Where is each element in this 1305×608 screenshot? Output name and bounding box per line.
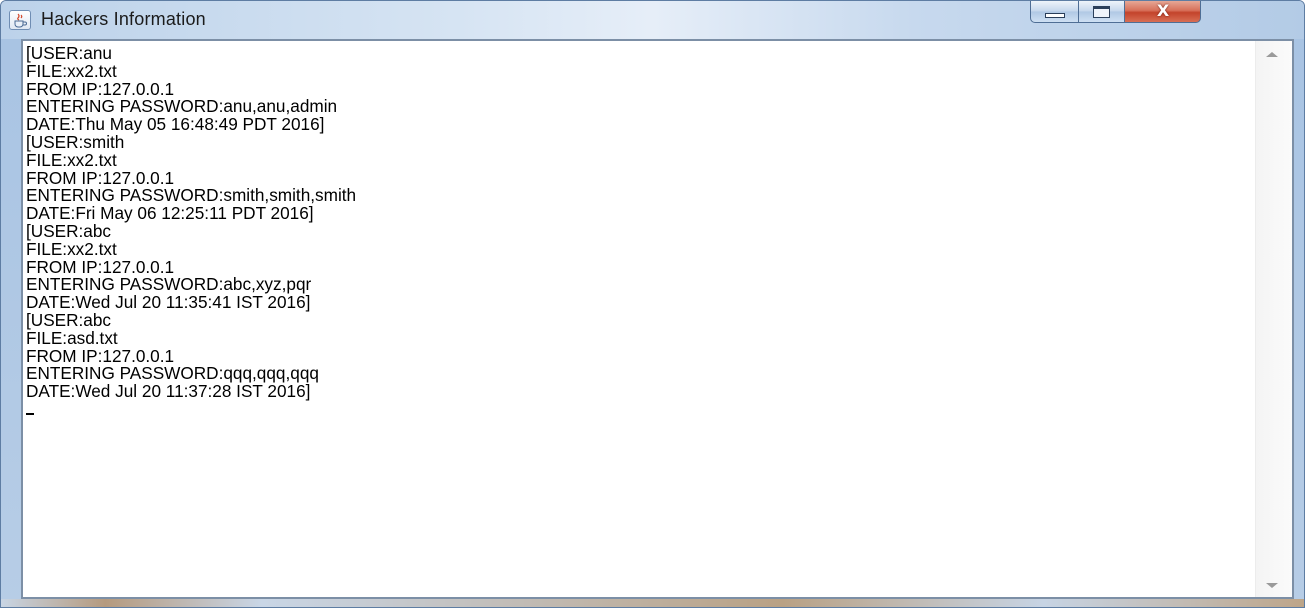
window-bottom-border [1,599,1304,607]
vertical-scrollbar[interactable] [1255,41,1292,597]
close-button[interactable]: X [1125,1,1201,23]
maximize-icon [1093,6,1110,18]
log-text-area[interactable]: [USER:anu FILE:xx2.txt FROM IP:127.0.0.1… [26,45,1254,595]
minimize-button[interactable] [1030,1,1079,23]
hackers-information-window: Hackers Information X [USER:anu FILE:xx2… [0,0,1305,608]
text-caret [26,413,34,415]
close-icon: X [1156,1,1170,20]
java-cup-icon[interactable] [9,10,31,30]
chevron-up-icon[interactable] [1266,52,1278,57]
maximize-button[interactable] [1079,1,1125,23]
minimize-icon [1045,13,1065,18]
title-bar[interactable]: Hackers Information X [1,1,1304,39]
log-line: DATE:Wed Jul 20 11:37:28 IST 2016] [26,381,311,402]
log-text-area-frame: [USER:anu FILE:xx2.txt FROM IP:127.0.0.1… [21,39,1294,599]
chevron-down-icon[interactable] [1266,583,1278,588]
window-title: Hackers Information [41,9,206,29]
